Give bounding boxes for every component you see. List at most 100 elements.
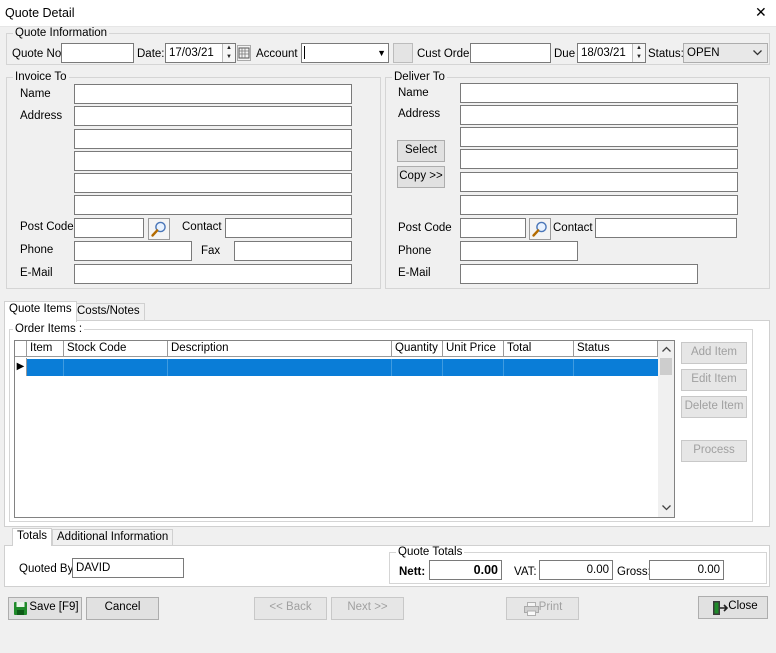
deliver-post-code-label: Post Code bbox=[398, 222, 452, 234]
back-button[interactable]: << Back bbox=[254, 597, 327, 620]
cell-quantity[interactable] bbox=[392, 359, 443, 376]
deliver-address-line-4[interactable] bbox=[460, 172, 738, 192]
deliver-address-line-2[interactable] bbox=[460, 127, 738, 147]
vat-label: VAT: bbox=[514, 566, 537, 578]
invoice-contact-label: Contact bbox=[182, 221, 222, 233]
invoice-address-line-2[interactable] bbox=[74, 129, 352, 149]
spin-down-icon[interactable]: ▼ bbox=[223, 53, 235, 62]
invoice-post-code-field[interactable] bbox=[74, 218, 144, 238]
cell-item[interactable] bbox=[27, 359, 64, 376]
quoted-by-label: Quoted By: bbox=[19, 563, 77, 575]
due-date-field[interactable]: 18/03/21 ▲ ▼ bbox=[577, 43, 646, 63]
close-window-icon[interactable]: ✕ bbox=[755, 5, 767, 19]
cancel-button[interactable]: Cancel bbox=[86, 597, 159, 620]
invoice-postcode-search-icon[interactable] bbox=[148, 218, 170, 240]
status-select[interactable]: OPEN bbox=[683, 43, 768, 63]
cell-stock-code[interactable] bbox=[64, 359, 168, 376]
add-item-button[interactable]: Add Item bbox=[681, 342, 747, 364]
calendar-icon[interactable] bbox=[237, 45, 251, 61]
invoice-fax-field[interactable] bbox=[234, 241, 352, 261]
quote-no-label: Quote No bbox=[12, 48, 62, 60]
deliver-postcode-search-icon[interactable] bbox=[529, 218, 551, 240]
process-button[interactable]: Process bbox=[681, 440, 747, 462]
spin-up-icon[interactable]: ▲ bbox=[223, 44, 235, 53]
edit-item-button[interactable]: Edit Item bbox=[681, 369, 747, 391]
tab-quote-items[interactable]: Quote Items bbox=[4, 301, 77, 322]
deliver-address-label: Address bbox=[398, 108, 441, 120]
tab-additional-information[interactable]: Additional Information bbox=[52, 529, 174, 545]
print-button[interactable]: Print bbox=[506, 597, 579, 620]
column-header-description[interactable]: Description bbox=[168, 341, 392, 357]
column-header-status[interactable]: Status bbox=[574, 341, 658, 357]
grid-header: Item Stock Code Description Quantity Uni… bbox=[15, 341, 658, 358]
printer-icon bbox=[524, 602, 539, 616]
invoice-phone-field[interactable] bbox=[74, 241, 192, 261]
date-spinner[interactable]: ▲ ▼ bbox=[222, 44, 235, 62]
tab-totals[interactable]: Totals bbox=[12, 528, 53, 546]
due-date-spinner[interactable]: ▲ ▼ bbox=[632, 44, 645, 62]
spin-up-icon[interactable]: ▲ bbox=[633, 44, 645, 53]
select-button[interactable]: Select bbox=[397, 140, 445, 162]
quoted-by-field[interactable]: DAVID bbox=[72, 558, 184, 578]
scrollbar-thumb[interactable] bbox=[660, 358, 672, 375]
cell-status[interactable] bbox=[574, 359, 658, 376]
cust-order-field[interactable] bbox=[470, 43, 551, 63]
invoice-contact-field[interactable] bbox=[225, 218, 352, 238]
due-label: Due bbox=[554, 48, 576, 60]
deliver-address-line-1[interactable] bbox=[460, 105, 738, 125]
nett-label: Nett: bbox=[399, 566, 426, 578]
deliver-contact-label: Contact bbox=[553, 222, 593, 234]
table-row[interactable] bbox=[27, 359, 658, 376]
vertical-scrollbar[interactable] bbox=[658, 341, 674, 517]
tab-costs-notes[interactable]: Costs/Notes bbox=[72, 303, 145, 321]
cell-total[interactable] bbox=[504, 359, 574, 376]
invoice-address-line-1[interactable] bbox=[74, 106, 352, 126]
deliver-address-line-3[interactable] bbox=[460, 149, 738, 169]
save-button[interactable]: Save [F9] bbox=[8, 597, 82, 620]
account-lookup-button[interactable] bbox=[393, 43, 413, 63]
column-header-stock-code[interactable]: Stock Code bbox=[64, 341, 168, 357]
deliver-phone-field[interactable] bbox=[460, 241, 578, 261]
delete-item-button[interactable]: Delete Item bbox=[681, 396, 747, 418]
account-combobox[interactable]: ▼ bbox=[301, 43, 389, 63]
deliver-email-label: E-Mail bbox=[398, 267, 431, 279]
invoice-name-label: Name bbox=[20, 88, 51, 100]
deliver-name-field[interactable] bbox=[460, 83, 738, 103]
invoice-email-field[interactable] bbox=[74, 264, 352, 284]
row-indicator-header bbox=[15, 341, 27, 357]
invoice-address-line-4[interactable] bbox=[74, 173, 352, 193]
deliver-post-code-field[interactable] bbox=[460, 218, 526, 238]
date-label: Date: bbox=[137, 48, 165, 60]
deliver-address-line-5[interactable] bbox=[460, 195, 738, 215]
next-button[interactable]: Next >> bbox=[331, 597, 404, 620]
close-button[interactable]: Close bbox=[698, 596, 768, 619]
cust-order-label: Cust Order bbox=[417, 48, 474, 60]
gross-label: Gross: bbox=[617, 566, 651, 578]
column-header-item[interactable]: Item bbox=[27, 341, 64, 357]
invoice-name-field[interactable] bbox=[74, 84, 352, 104]
order-items-title: Order Items : bbox=[13, 323, 85, 336]
column-header-unit-price[interactable]: Unit Price bbox=[443, 341, 504, 357]
scroll-up-icon[interactable] bbox=[662, 346, 671, 352]
nett-value: 0.00 bbox=[429, 560, 502, 580]
column-header-quantity[interactable]: Quantity bbox=[392, 341, 443, 357]
spin-down-icon[interactable]: ▼ bbox=[633, 53, 645, 62]
date-field[interactable]: 17/03/21 ▲ ▼ bbox=[165, 43, 236, 63]
exit-door-icon bbox=[713, 601, 729, 615]
deliver-email-field[interactable] bbox=[460, 264, 698, 284]
chevron-down-icon[interactable] bbox=[753, 50, 762, 56]
order-items-grid[interactable]: Item Stock Code Description Quantity Uni… bbox=[14, 340, 675, 518]
chevron-down-icon[interactable]: ▼ bbox=[377, 45, 386, 61]
cell-description[interactable] bbox=[168, 359, 392, 376]
quote-no-field[interactable] bbox=[61, 43, 134, 63]
gross-value: 0.00 bbox=[649, 560, 724, 580]
cell-unit-price[interactable] bbox=[443, 359, 504, 376]
status-label: Status: bbox=[648, 48, 684, 60]
invoice-address-line-3[interactable] bbox=[74, 151, 352, 171]
save-button-label: Save [F9] bbox=[29, 601, 79, 613]
deliver-contact-field[interactable] bbox=[595, 218, 737, 238]
column-header-total[interactable]: Total bbox=[504, 341, 574, 357]
scroll-down-icon[interactable] bbox=[662, 505, 671, 511]
invoice-address-line-5[interactable] bbox=[74, 195, 352, 215]
copy-button[interactable]: Copy >> bbox=[397, 166, 445, 188]
